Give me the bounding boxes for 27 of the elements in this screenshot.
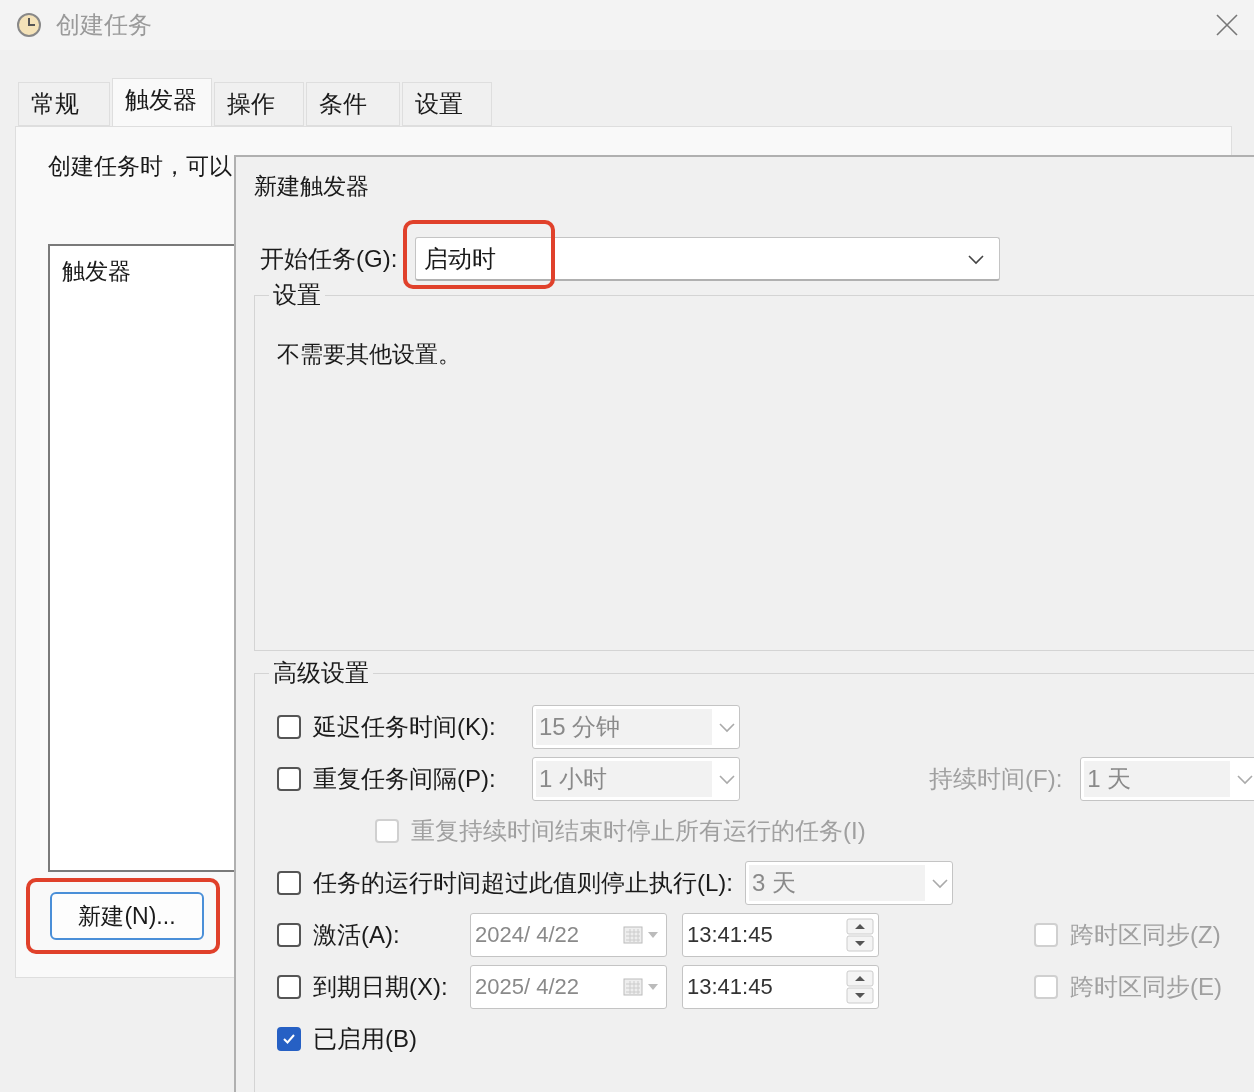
option-label: 已启用(B)	[313, 1024, 417, 1054]
time-field[interactable]: 13:41:45	[682, 965, 879, 1009]
option-label: 跨时区同步(Z)	[1070, 920, 1221, 950]
column-header: 触发器	[62, 258, 131, 284]
window-title: 创建任务	[56, 10, 152, 40]
option-label: 重复任务间隔(P):	[313, 764, 497, 794]
time-field[interactable]: 13:41:45	[682, 913, 879, 957]
tab[interactable]: 操作	[214, 82, 304, 126]
option-label: 延迟任务时间(K):	[313, 712, 497, 742]
settings-text: 不需要其他设置。	[277, 340, 461, 369]
option-label: 跨时区同步(E)	[1070, 972, 1222, 1002]
tab[interactable]: 设置	[402, 82, 492, 126]
tab[interactable]: 触发器	[112, 78, 212, 126]
duration-label: 持续时间(F):	[929, 764, 1063, 794]
start-task-dropdown[interactable]: 启动时	[415, 237, 1001, 281]
group-legend: 高级设置	[269, 657, 373, 689]
tab[interactable]: 条件	[306, 82, 400, 126]
description-text: 创建任务时，可以	[48, 152, 232, 181]
option-label: 任务的运行时间超过此值则停止执行(L):	[313, 868, 733, 898]
option-label: 重复持续时间结束时停止所有运行的任务(I)	[411, 816, 866, 846]
start-task-label: 开始任务(G):	[260, 244, 398, 274]
new-button[interactable]: 新建(N)...	[50, 892, 204, 940]
group-legend: 设置	[269, 279, 325, 311]
tab[interactable]: 常规	[18, 82, 110, 126]
dialog-title: 新建触发器	[254, 171, 369, 201]
option-label: 到期日期(X):	[313, 972, 449, 1002]
option-label: 激活(A):	[313, 920, 401, 950]
